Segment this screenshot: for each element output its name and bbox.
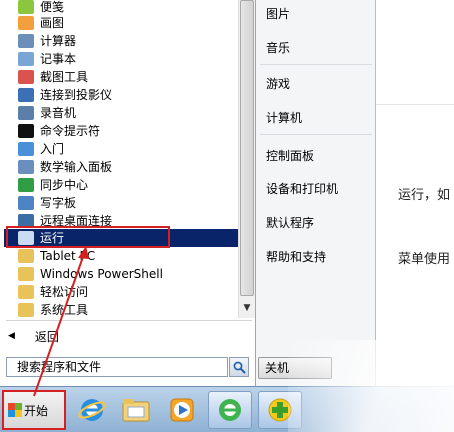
program-list-scrollbar[interactable]: ▼ [238, 0, 255, 318]
search-input[interactable]: 搜索程序和文件 [6, 357, 228, 377]
program-item[interactable]: Tablet PC [18, 247, 234, 265]
program-item[interactable]: Windows PowerShell [18, 265, 234, 283]
menu-item-music[interactable]: 音乐 [266, 39, 290, 56]
taskbar-app-ie-update[interactable] [208, 391, 252, 429]
windows-logo-icon [8, 403, 22, 417]
program-item[interactable]: 数学输入面板 [18, 158, 234, 176]
program-item[interactable]: 画图 [18, 14, 234, 32]
annotation-highlight-run [6, 226, 170, 248]
program-label: 命令提示符 [40, 124, 101, 138]
menu-divider [260, 134, 372, 135]
sticky-notes-icon [18, 0, 34, 14]
notepad-icon [18, 52, 34, 66]
taskbar-app-internet-explorer[interactable] [70, 391, 114, 429]
program-item[interactable]: 连接到投影仪 [18, 86, 234, 104]
program-label: Windows PowerShell [40, 267, 163, 281]
menu-item-help-support[interactable]: 帮助和支持 [266, 248, 326, 265]
program-label: 截图工具 [40, 70, 89, 84]
program-label: 系统工具 [40, 303, 89, 317]
program-item[interactable]: 录音机 [18, 104, 234, 122]
menu-item-default-programs[interactable]: 默认程序 [266, 214, 314, 231]
start-button[interactable]: 开始 [2, 390, 66, 430]
menu-item-pictures[interactable]: 图片 [266, 5, 290, 22]
sync-center-icon [18, 178, 34, 192]
program-label: 数学输入面板 [40, 160, 113, 174]
internet-explorer-icon [78, 399, 106, 421]
taskbar-app-media-player[interactable] [160, 391, 204, 429]
app-plus-icon [268, 398, 292, 422]
taskbar-app-file-explorer[interactable] [114, 391, 158, 429]
folder-icon [18, 267, 34, 281]
program-label: 同步中心 [40, 178, 89, 192]
program-label: 画图 [40, 16, 65, 30]
program-item[interactable]: 写字板 [18, 194, 234, 212]
program-label: Tablet PC [40, 249, 96, 263]
program-label: 轻松访问 [40, 285, 89, 299]
projector-icon [18, 88, 34, 102]
start-label: 开始 [24, 403, 49, 418]
menu-item-games[interactable]: 游戏 [266, 75, 290, 92]
program-item[interactable]: 截图工具 [18, 68, 234, 86]
ie-update-icon [219, 399, 241, 421]
program-item[interactable]: 命令提示符 [18, 122, 234, 140]
calculator-icon [18, 34, 34, 48]
command-prompt-icon [18, 124, 34, 138]
program-label: 入门 [40, 142, 65, 156]
folder-icon [18, 303, 34, 317]
menu-item-computer[interactable]: 计算机 [266, 109, 302, 126]
scrollbar-thumb[interactable] [240, 0, 254, 296]
getting-started-icon [18, 142, 34, 156]
program-label: 计算器 [40, 34, 77, 48]
start-menu-right-panel: 图片 音乐 游戏 计算机 控制面板 设备和打印机 默认程序 帮助和支持 关机 [256, 0, 376, 386]
back-arrow-icon: ◀ [8, 331, 15, 341]
microphone-icon [18, 106, 34, 120]
program-item[interactable]: 轻松访问 [18, 283, 234, 301]
program-list: 便笺 画图 计算器 记事本 截图工具 连接到投影仪 录音机 命令提示符 入门 数学输入面板 同步中心… [0, 0, 238, 318]
shutdown-button[interactable]: 关机 [258, 357, 332, 379]
background-text-line: 菜单使用 [398, 252, 451, 267]
background-divider [376, 104, 454, 105]
menu-item-control-panel[interactable]: 控制面板 [266, 147, 314, 164]
snipping-tool-icon [18, 70, 34, 84]
start-menu-programs-panel: 便笺 画图 计算器 记事本 截图工具 连接到投影仪 录音机 命令提示符 入门 数学输入面板 同步中心… [0, 0, 256, 386]
math-panel-icon [18, 160, 34, 174]
back-label: 返回 [34, 329, 59, 344]
background-text-line: 运行，如 [398, 188, 451, 203]
paint-icon [18, 16, 34, 30]
program-item[interactable]: 记事本 [18, 50, 234, 68]
program-label: 录音机 [40, 106, 77, 120]
scroll-down-arrow-icon[interactable]: ▼ [240, 300, 254, 316]
menu-divider [6, 320, 252, 321]
media-player-icon [170, 398, 194, 422]
taskbar: 开始 [0, 386, 454, 432]
taskbar-app-plus[interactable] [258, 391, 302, 429]
wordpad-icon [18, 196, 34, 210]
folder-icon [18, 285, 34, 299]
search-button[interactable] [229, 357, 249, 377]
menu-item-devices-printers[interactable]: 设备和打印机 [266, 180, 338, 197]
program-label: 记事本 [40, 52, 77, 66]
program-item[interactable]: 入门 [18, 140, 234, 158]
folder-icon [18, 249, 34, 263]
program-item[interactable]: 同步中心 [18, 176, 234, 194]
file-explorer-icon [122, 399, 150, 422]
menu-divider [260, 64, 372, 65]
program-label: 连接到投影仪 [40, 88, 113, 102]
background-document: 运行，如 菜单使用 [376, 0, 454, 386]
back-button[interactable]: ◀ 返回 [8, 326, 59, 346]
program-item[interactable]: 系统工具 [18, 301, 234, 318]
magnifier-icon [233, 361, 246, 374]
program-item[interactable]: 计算器 [18, 32, 234, 50]
program-label: 写字板 [40, 196, 77, 210]
